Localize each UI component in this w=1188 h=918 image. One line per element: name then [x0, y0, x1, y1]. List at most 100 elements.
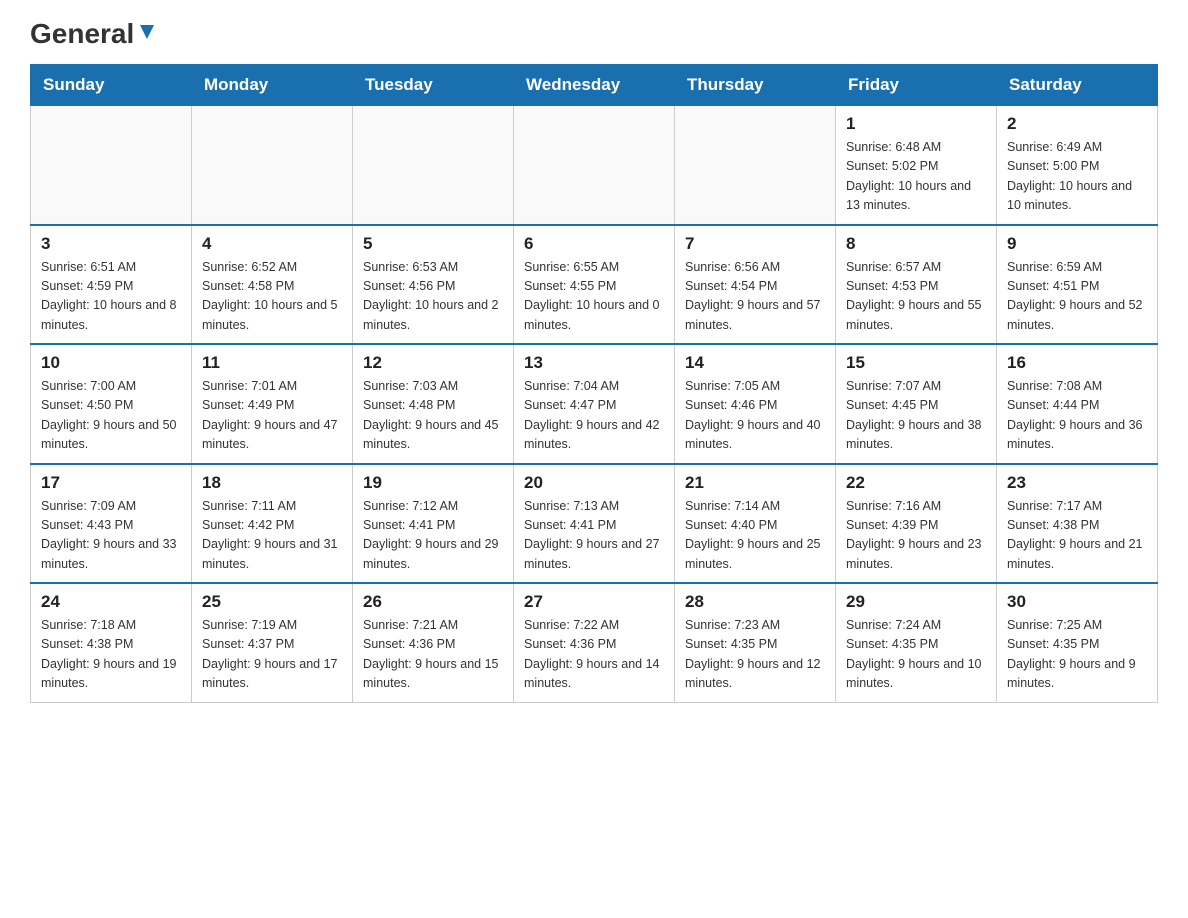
calendar-header-row: SundayMondayTuesdayWednesdayThursdayFrid…	[31, 65, 1158, 106]
calendar-cell: 28 Sunrise: 7:23 AMSunset: 4:35 PMDayligh…	[675, 583, 836, 702]
day-number: 17	[41, 473, 181, 493]
calendar-cell: 16 Sunrise: 7:08 AMSunset: 4:44 PMDayligh…	[997, 344, 1158, 464]
logo-general: General	[30, 20, 134, 48]
day-number: 11	[202, 353, 342, 373]
weekday-header-wednesday: Wednesday	[514, 65, 675, 106]
day-number: 20	[524, 473, 664, 493]
day-number: 19	[363, 473, 503, 493]
day-number: 4	[202, 234, 342, 254]
calendar-cell: 27Sunrise: 7:22 AMSunset: 4:36 PMDayligh…	[514, 583, 675, 702]
calendar-cell: 20 Sunrise: 7:13 AMSunset: 4:41 PMDayligh…	[514, 464, 675, 584]
day-number: 13	[524, 353, 664, 373]
calendar-cell: 17 Sunrise: 7:09 AMSunset: 4:43 PMDayligh…	[31, 464, 192, 584]
day-info: Sunrise: 7:19 AMSunset: 4:37 PMDaylight:…	[202, 616, 342, 694]
calendar-cell: 2 Sunrise: 6:49 AMSunset: 5:00 PMDaylight…	[997, 106, 1158, 225]
day-info: Sunrise: 6:59 AMSunset: 4:51 PMDaylight:…	[1007, 258, 1147, 336]
weekday-header-friday: Friday	[836, 65, 997, 106]
day-info: Sunrise: 7:24 AMSunset: 4:35 PMDaylight:…	[846, 616, 986, 694]
calendar-cell: 13 Sunrise: 7:04 AMSunset: 4:47 PMDayligh…	[514, 344, 675, 464]
day-number: 30	[1007, 592, 1147, 612]
calendar-cell: 6 Sunrise: 6:55 AMSunset: 4:55 PMDaylight…	[514, 225, 675, 345]
calendar-cell: 30Sunrise: 7:25 AMSunset: 4:35 PMDayligh…	[997, 583, 1158, 702]
calendar-cell: 14 Sunrise: 7:05 AMSunset: 4:46 PMDayligh…	[675, 344, 836, 464]
calendar-cell: 19 Sunrise: 7:12 AMSunset: 4:41 PMDayligh…	[353, 464, 514, 584]
page-header: General	[30, 20, 1158, 46]
calendar-cell: 12Sunrise: 7:03 AMSunset: 4:48 PMDayligh…	[353, 344, 514, 464]
day-number: 24	[41, 592, 181, 612]
day-info: Sunrise: 7:13 AMSunset: 4:41 PMDaylight:…	[524, 497, 664, 575]
day-number: 2	[1007, 114, 1147, 134]
day-number: 7	[685, 234, 825, 254]
day-number: 23	[1007, 473, 1147, 493]
day-info: Sunrise: 6:48 AMSunset: 5:02 PMDaylight:…	[846, 138, 986, 216]
calendar-cell: 5Sunrise: 6:53 AMSunset: 4:56 PMDaylight…	[353, 225, 514, 345]
day-number: 16	[1007, 353, 1147, 373]
calendar-cell: 26 Sunrise: 7:21 AMSunset: 4:36 PMDayligh…	[353, 583, 514, 702]
day-info: Sunrise: 7:18 AMSunset: 4:38 PMDaylight:…	[41, 616, 181, 694]
calendar-cell	[675, 106, 836, 225]
calendar-cell: 4 Sunrise: 6:52 AMSunset: 4:58 PMDaylight…	[192, 225, 353, 345]
calendar-week-row: 1 Sunrise: 6:48 AMSunset: 5:02 PMDaylight…	[31, 106, 1158, 225]
day-info: Sunrise: 7:09 AMSunset: 4:43 PMDaylight:…	[41, 497, 181, 575]
day-number: 8	[846, 234, 986, 254]
day-info: Sunrise: 6:49 AMSunset: 5:00 PMDaylight:…	[1007, 138, 1147, 216]
calendar-cell: 22Sunrise: 7:16 AMSunset: 4:39 PMDayligh…	[836, 464, 997, 584]
day-number: 26	[363, 592, 503, 612]
day-number: 15	[846, 353, 986, 373]
calendar-cell: 25 Sunrise: 7:19 AMSunset: 4:37 PMDayligh…	[192, 583, 353, 702]
weekday-header-saturday: Saturday	[997, 65, 1158, 106]
day-info: Sunrise: 7:03 AMSunset: 4:48 PMDaylight:…	[363, 377, 503, 455]
day-info: Sunrise: 7:11 AMSunset: 4:42 PMDaylight:…	[202, 497, 342, 575]
day-number: 14	[685, 353, 825, 373]
weekday-header-thursday: Thursday	[675, 65, 836, 106]
calendar-cell: 7 Sunrise: 6:56 AMSunset: 4:54 PMDaylight…	[675, 225, 836, 345]
day-info: Sunrise: 7:16 AMSunset: 4:39 PMDaylight:…	[846, 497, 986, 575]
weekday-header-monday: Monday	[192, 65, 353, 106]
day-info: Sunrise: 7:12 AMSunset: 4:41 PMDaylight:…	[363, 497, 503, 575]
calendar-cell	[192, 106, 353, 225]
day-number: 1	[846, 114, 986, 134]
day-info: Sunrise: 7:07 AMSunset: 4:45 PMDaylight:…	[846, 377, 986, 455]
day-number: 29	[846, 592, 986, 612]
day-info: Sunrise: 7:05 AMSunset: 4:46 PMDaylight:…	[685, 377, 825, 455]
day-info: Sunrise: 7:04 AMSunset: 4:47 PMDaylight:…	[524, 377, 664, 455]
day-info: Sunrise: 6:52 AMSunset: 4:58 PMDaylight:…	[202, 258, 342, 336]
weekday-header-sunday: Sunday	[31, 65, 192, 106]
day-info: Sunrise: 7:14 AMSunset: 4:40 PMDaylight:…	[685, 497, 825, 575]
day-info: Sunrise: 6:53 AMSunset: 4:56 PMDaylight:…	[363, 258, 503, 336]
day-info: Sunrise: 7:00 AMSunset: 4:50 PMDaylight:…	[41, 377, 181, 455]
day-info: Sunrise: 7:08 AMSunset: 4:44 PMDaylight:…	[1007, 377, 1147, 455]
day-number: 25	[202, 592, 342, 612]
day-info: Sunrise: 6:56 AMSunset: 4:54 PMDaylight:…	[685, 258, 825, 336]
calendar-cell: 21 Sunrise: 7:14 AMSunset: 4:40 PMDayligh…	[675, 464, 836, 584]
calendar-week-row: 17 Sunrise: 7:09 AMSunset: 4:43 PMDayligh…	[31, 464, 1158, 584]
day-info: Sunrise: 6:57 AMSunset: 4:53 PMDaylight:…	[846, 258, 986, 336]
calendar-cell: 15 Sunrise: 7:07 AMSunset: 4:45 PMDayligh…	[836, 344, 997, 464]
calendar-cell: 3 Sunrise: 6:51 AMSunset: 4:59 PMDaylight…	[31, 225, 192, 345]
day-info: Sunrise: 7:01 AMSunset: 4:49 PMDaylight:…	[202, 377, 342, 455]
day-number: 9	[1007, 234, 1147, 254]
calendar-cell	[31, 106, 192, 225]
day-info: Sunrise: 7:21 AMSunset: 4:36 PMDaylight:…	[363, 616, 503, 694]
calendar-week-row: 3 Sunrise: 6:51 AMSunset: 4:59 PMDaylight…	[31, 225, 1158, 345]
calendar-cell: 9 Sunrise: 6:59 AMSunset: 4:51 PMDaylight…	[997, 225, 1158, 345]
calendar-cell: 11 Sunrise: 7:01 AMSunset: 4:49 PMDayligh…	[192, 344, 353, 464]
calendar-week-row: 24 Sunrise: 7:18 AMSunset: 4:38 PMDayligh…	[31, 583, 1158, 702]
calendar-cell: 8 Sunrise: 6:57 AMSunset: 4:53 PMDaylight…	[836, 225, 997, 345]
day-info: Sunrise: 7:23 AMSunset: 4:35 PMDaylight:…	[685, 616, 825, 694]
weekday-header-tuesday: Tuesday	[353, 65, 514, 106]
day-number: 6	[524, 234, 664, 254]
logo-arrow-icon	[136, 21, 158, 43]
calendar-cell: 18 Sunrise: 7:11 AMSunset: 4:42 PMDayligh…	[192, 464, 353, 584]
day-number: 21	[685, 473, 825, 493]
logo: General	[30, 20, 158, 46]
calendar-cell: 10 Sunrise: 7:00 AMSunset: 4:50 PMDayligh…	[31, 344, 192, 464]
day-info: Sunrise: 6:51 AMSunset: 4:59 PMDaylight:…	[41, 258, 181, 336]
day-number: 28	[685, 592, 825, 612]
day-info: Sunrise: 6:55 AMSunset: 4:55 PMDaylight:…	[524, 258, 664, 336]
day-number: 3	[41, 234, 181, 254]
day-number: 18	[202, 473, 342, 493]
day-number: 10	[41, 353, 181, 373]
calendar-cell: 1 Sunrise: 6:48 AMSunset: 5:02 PMDaylight…	[836, 106, 997, 225]
calendar-cell	[353, 106, 514, 225]
